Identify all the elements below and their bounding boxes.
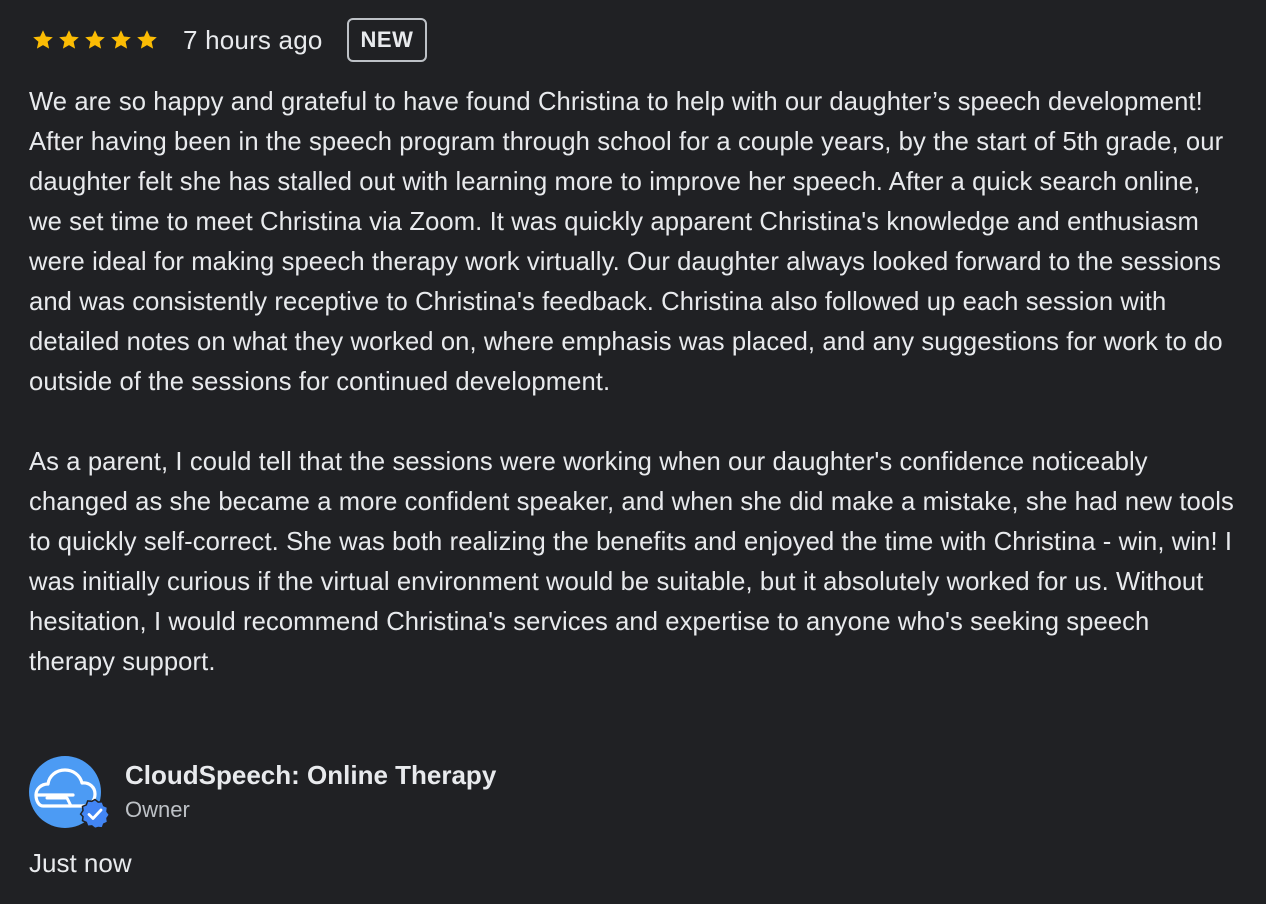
review-paragraph: We are so happy and grateful to have fou… [29,88,1224,396]
star-rating [31,28,159,52]
star-icon [59,30,79,49]
owner-response: CloudSpeech: Online Therapy Owner Just n… [29,756,496,879]
reply-timestamp: Just now [29,848,132,878]
avatar[interactable] [29,756,111,830]
star-icon [137,30,157,49]
review-card: 7 hours ago NEW We are so happy and grat… [29,16,1239,682]
owner-info: CloudSpeech: Online Therapy Owner [125,756,496,824]
owner-header: CloudSpeech: Online Therapy Owner [29,756,496,830]
star-icon [33,30,53,49]
verified-badge-icon [79,798,111,830]
review-paragraph: As a parent, I could tell that the sessi… [29,448,1234,676]
review-meta: 7 hours ago NEW [29,16,1239,64]
new-badge: NEW [346,18,428,62]
star-icon [85,30,105,49]
owner-name[interactable]: CloudSpeech: Online Therapy [125,758,496,792]
star-icon [111,30,131,49]
review-body: We are so happy and grateful to have fou… [29,82,1239,682]
owner-role: Owner [125,797,190,822]
review-timestamp: 7 hours ago [183,24,323,55]
